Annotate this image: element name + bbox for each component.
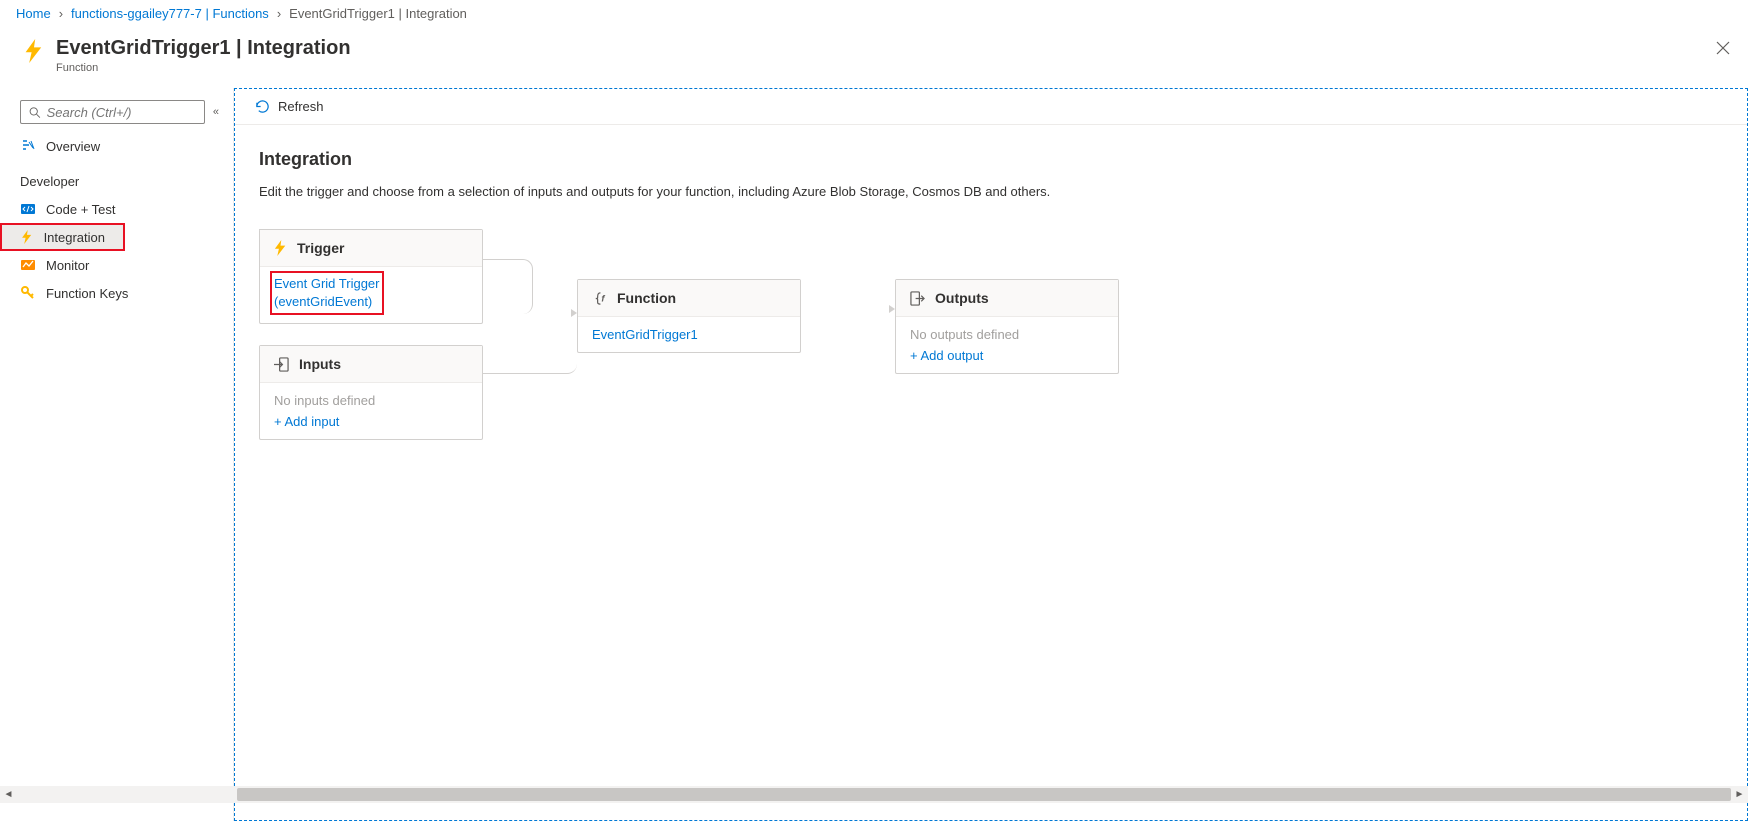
code-icon <box>20 201 36 217</box>
integration-diagram: Trigger Event Grid Trigger (eventGridEve… <box>259 229 1723 489</box>
refresh-button[interactable]: Refresh <box>255 99 324 114</box>
bolt-icon <box>24 39 44 66</box>
sidebar-item-integration[interactable]: Integration <box>0 223 125 251</box>
card-header: Outputs <box>896 280 1118 317</box>
breadcrumb-sep: › <box>59 6 63 21</box>
refresh-label: Refresh <box>278 99 324 114</box>
breadcrumb-app[interactable]: functions-ggailey777-7 | Functions <box>71 6 269 21</box>
trigger-link-line2: (eventGridEvent) <box>274 294 372 309</box>
input-icon <box>274 357 289 372</box>
sidebar-item-label: Monitor <box>46 258 89 273</box>
trigger-link-line1: Event Grid Trigger <box>274 276 380 291</box>
sidebar-item-code-test[interactable]: Code + Test <box>0 195 233 223</box>
monitor-icon <box>20 257 36 273</box>
key-icon <box>20 285 36 301</box>
breadcrumb-current: EventGridTrigger1 | Integration <box>289 6 467 21</box>
card-header: Inputs <box>260 346 482 383</box>
sidebar-item-label: Overview <box>46 139 100 154</box>
output-icon <box>910 291 925 306</box>
horizontal-scrollbar[interactable]: ◄ ► <box>0 786 1748 803</box>
sidebar: « Overview Developer Code + Test Integra… <box>0 88 234 821</box>
bolt-icon <box>274 240 287 256</box>
sidebar-item-monitor[interactable]: Monitor <box>0 251 233 279</box>
connector-line <box>483 314 577 374</box>
breadcrumb-sep: › <box>277 6 281 21</box>
refresh-icon <box>255 99 270 114</box>
section-description: Edit the trigger and choose from a selec… <box>259 184 1723 199</box>
toolbar: Refresh <box>235 89 1747 125</box>
search-box[interactable] <box>20 100 205 124</box>
card-header: f Function <box>578 280 800 317</box>
sidebar-section-developer: Developer <box>0 160 233 195</box>
sidebar-item-overview[interactable]: Overview <box>0 132 233 160</box>
close-button[interactable] <box>1716 41 1730 60</box>
card-header: Trigger <box>260 230 482 267</box>
search-input[interactable] <box>47 105 196 120</box>
function-card: f Function EventGridTrigger1 <box>577 279 801 353</box>
card-title: Trigger <box>297 240 344 256</box>
outputs-card: Outputs No outputs defined + Add output <box>895 279 1119 374</box>
breadcrumb-home[interactable]: Home <box>16 6 51 21</box>
sidebar-item-label: Function Keys <box>46 286 128 301</box>
card-title: Outputs <box>935 290 989 306</box>
page-subtitle: Function <box>56 62 351 74</box>
scroll-track[interactable] <box>17 786 1731 803</box>
sidebar-item-label: Code + Test <box>46 202 116 217</box>
scroll-right-arrow-icon[interactable]: ► <box>1731 789 1748 800</box>
main-content: Refresh Integration Edit the trigger and… <box>234 88 1748 821</box>
card-title: Function <box>617 290 676 306</box>
trigger-link[interactable]: Event Grid Trigger (eventGridEvent) <box>274 275 380 311</box>
bolt-icon <box>20 229 34 245</box>
overview-icon <box>20 138 36 154</box>
scroll-left-arrow-icon[interactable]: ◄ <box>0 789 17 800</box>
add-output-link[interactable]: + Add output <box>910 348 1104 363</box>
svg-text:f: f <box>601 293 605 303</box>
sidebar-item-label: Integration <box>44 230 105 245</box>
breadcrumb: Home › functions-ggailey777-7 | Function… <box>0 0 1748 27</box>
scroll-thumb[interactable] <box>237 788 1731 801</box>
search-icon <box>29 106 41 119</box>
card-title: Inputs <box>299 356 341 372</box>
sidebar-item-function-keys[interactable]: Function Keys <box>0 279 233 307</box>
function-icon: f <box>592 291 607 306</box>
inputs-card: Inputs No inputs defined + Add input <box>259 345 483 440</box>
outputs-empty-text: No outputs defined <box>910 327 1104 342</box>
function-name-link[interactable]: EventGridTrigger1 <box>592 327 698 342</box>
page-header: EventGridTrigger1 | Integration Function <box>0 27 1748 88</box>
collapse-sidebar-button[interactable]: « <box>213 106 219 118</box>
inputs-empty-text: No inputs defined <box>274 393 468 408</box>
section-title: Integration <box>259 149 1723 170</box>
trigger-card: Trigger Event Grid Trigger (eventGridEve… <box>259 229 483 324</box>
add-input-link[interactable]: + Add input <box>274 414 468 429</box>
page-title: EventGridTrigger1 | Integration <box>56 37 351 60</box>
connector-line <box>483 259 533 314</box>
